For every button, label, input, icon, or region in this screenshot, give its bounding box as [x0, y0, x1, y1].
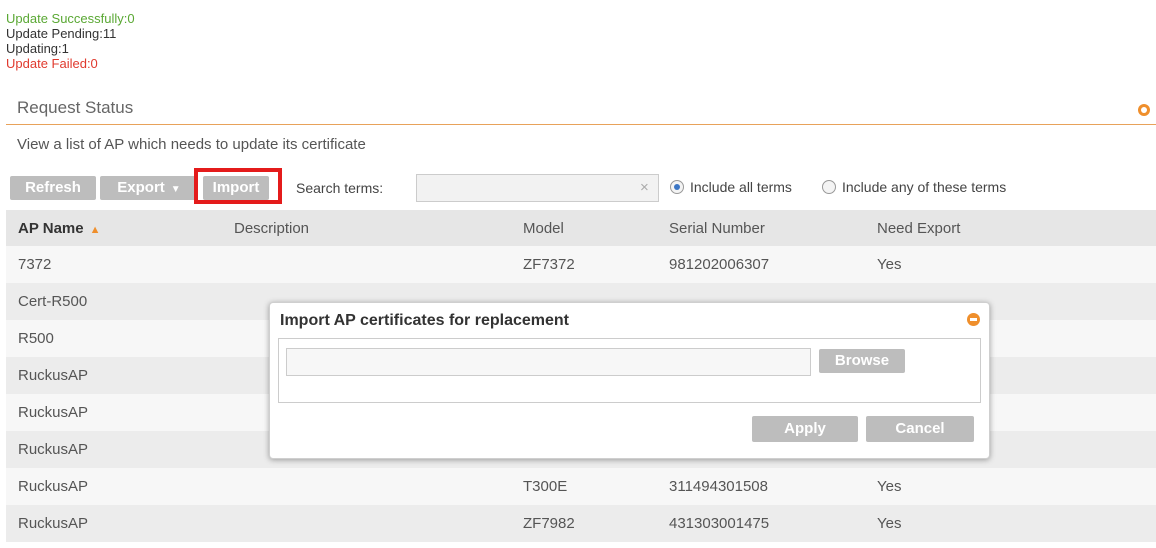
- column-header-need-export[interactable]: Need Export: [865, 210, 1156, 246]
- table-row[interactable]: 7372 ZF7372 981202006307 Yes: [6, 246, 1156, 283]
- cell-description: [222, 505, 511, 542]
- cell-serial-number: 431303001475: [657, 505, 865, 542]
- cell-ap-name: R500: [6, 320, 222, 357]
- cell-need-export: Yes: [865, 468, 1156, 505]
- table-header-row: AP Name ▲ Description Model Serial Number…: [6, 210, 1156, 246]
- section-description: View a list of AP which needs to update …: [17, 136, 366, 153]
- cell-ap-name: RuckusAP: [6, 394, 222, 431]
- cell-need-export: Yes: [865, 505, 1156, 542]
- cell-model: ZF7982: [511, 505, 657, 542]
- apply-button[interactable]: Apply: [752, 416, 858, 442]
- cell-ap-name: RuckusAP: [6, 468, 222, 505]
- column-header-model[interactable]: Model: [511, 210, 657, 246]
- cell-ap-name: RuckusAP: [6, 431, 222, 468]
- section-title: Request Status: [17, 98, 134, 117]
- cancel-button[interactable]: Cancel: [866, 416, 974, 442]
- update-success-count: Update Successfully:0: [6, 11, 135, 26]
- collapse-icon[interactable]: [1138, 104, 1150, 116]
- toolbar: Refresh Export ▼ Import Search terms: × I…: [10, 168, 1150, 204]
- include-all-terms-label: Include all terms: [690, 179, 792, 195]
- update-pending-count: Update Pending:11: [6, 26, 117, 41]
- updating-count: Updating:1: [6, 41, 69, 56]
- column-header-description[interactable]: Description: [222, 210, 511, 246]
- cell-description: [222, 468, 511, 505]
- table-row[interactable]: RuckusAP T300E 311494301508 Yes: [6, 468, 1156, 505]
- dialog-body: Browse: [278, 338, 981, 403]
- chevron-down-icon: ▼: [170, 184, 181, 195]
- search-label: Search terms:: [296, 180, 384, 196]
- column-header-serial-number[interactable]: Serial Number: [657, 210, 865, 246]
- refresh-button[interactable]: Refresh: [10, 176, 96, 200]
- include-any-terms-label: Include any of these terms: [842, 179, 1007, 195]
- cell-serial-number: 981202006307: [657, 246, 865, 283]
- cell-ap-name: RuckusAP: [6, 357, 222, 394]
- cell-description: [222, 246, 511, 283]
- column-header-ap-name[interactable]: AP Name ▲: [6, 210, 222, 246]
- import-highlight-box: [194, 168, 282, 204]
- cell-model: T300E: [511, 468, 657, 505]
- update-status-summary: Update Successfully:0 Update Pending:11 …: [6, 11, 135, 71]
- cell-model: ZF7372: [511, 246, 657, 283]
- cell-serial-number: 311494301508: [657, 468, 865, 505]
- cell-ap-name: Cert-R500: [6, 283, 222, 320]
- include-all-terms-radio[interactable]: [670, 180, 684, 194]
- cell-ap-name: RuckusAP: [6, 505, 222, 542]
- cell-ap-name: 7372: [6, 246, 222, 283]
- browse-button[interactable]: Browse: [819, 349, 905, 373]
- export-button[interactable]: Export ▼: [100, 176, 198, 200]
- import-certificates-dialog: Import AP certificates for replacement B…: [269, 302, 990, 459]
- search-input[interactable]: [416, 174, 659, 202]
- update-failed-count: Update Failed:0: [6, 56, 98, 71]
- sort-ascending-icon: ▲: [89, 223, 101, 236]
- file-path-input[interactable]: [286, 348, 811, 376]
- export-button-label: Export: [117, 179, 165, 196]
- clear-search-icon[interactable]: ×: [640, 179, 649, 196]
- request-status-header: Request Status: [6, 96, 1156, 125]
- cell-need-export: Yes: [865, 246, 1156, 283]
- dialog-title: Import AP certificates for replacement: [280, 312, 569, 329]
- column-header-label: AP Name: [18, 219, 84, 237]
- include-any-terms-radio[interactable]: [822, 180, 836, 194]
- table-row[interactable]: RuckusAP ZF7982 431303001475 Yes: [6, 505, 1156, 542]
- close-dialog-icon[interactable]: [967, 313, 980, 326]
